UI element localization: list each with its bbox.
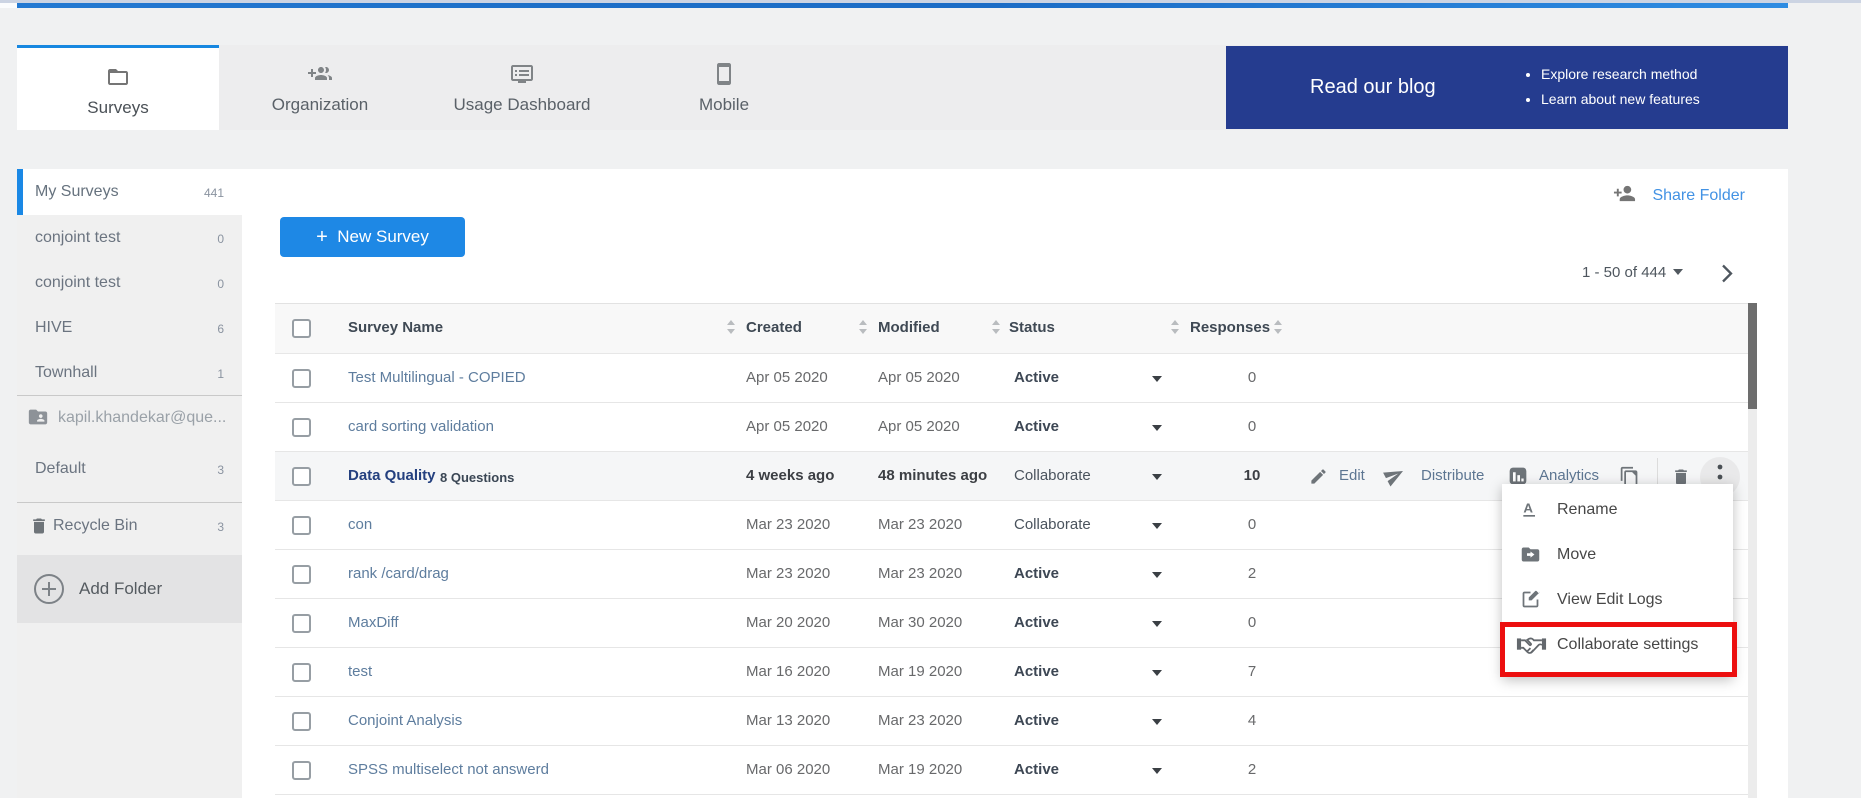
svg-text:A: A	[1523, 501, 1533, 516]
